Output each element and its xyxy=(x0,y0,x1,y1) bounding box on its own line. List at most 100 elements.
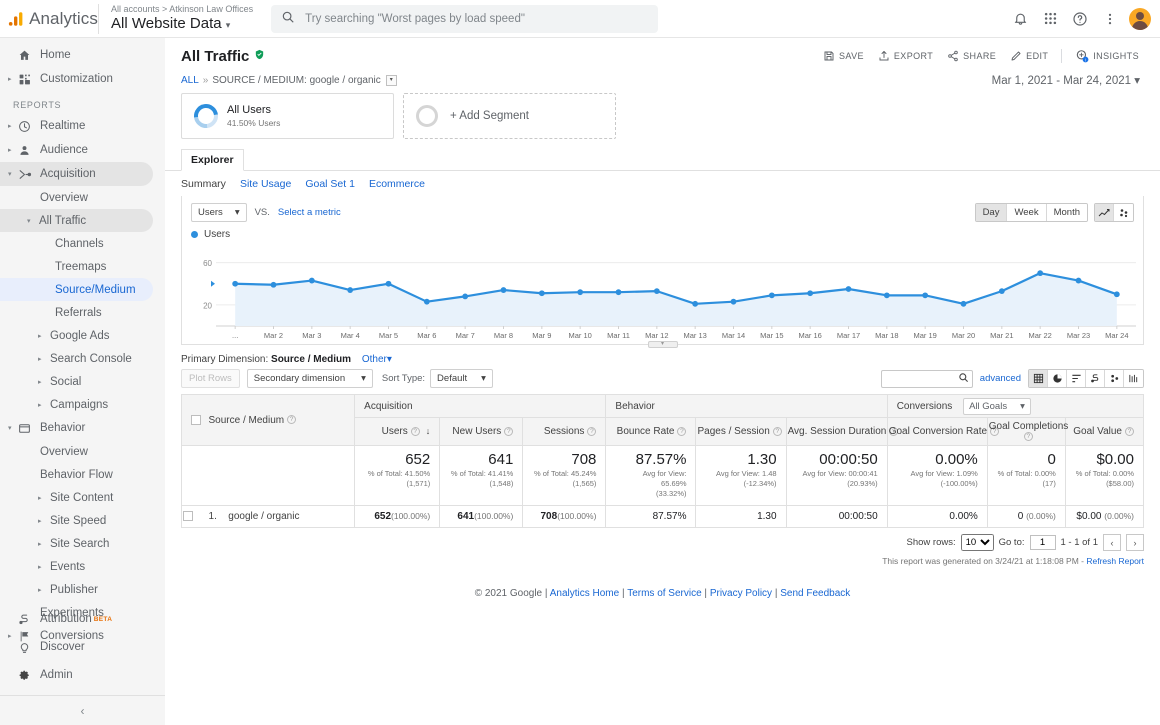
next-page-button[interactable]: › xyxy=(1126,534,1144,551)
pie-view-icon[interactable] xyxy=(1048,370,1067,387)
granularity-month[interactable]: Month xyxy=(1046,204,1087,221)
scatter-chart-icon[interactable] xyxy=(1114,204,1133,221)
add-segment-button[interactable]: + Add Segment xyxy=(403,93,616,139)
chart-resize-handle[interactable]: ▾ xyxy=(647,341,678,348)
sidebar-item-acquisition-overview[interactable]: Overview xyxy=(0,186,165,209)
select-all-checkbox[interactable] xyxy=(191,414,201,425)
help-icon[interactable]: ? xyxy=(1125,426,1134,436)
help-icon[interactable]: ? xyxy=(677,426,687,436)
column-header-avg-session-duration[interactable]: Avg. Session Duration? xyxy=(785,417,899,446)
sidebar-item-site-speed[interactable]: ▸ Site Speed xyxy=(0,509,165,532)
subtab-site-usage[interactable]: Site Usage xyxy=(240,178,291,190)
sidebar-item-google-ads[interactable]: ▸ Google Ads xyxy=(0,324,165,347)
share-button[interactable]: SHARE xyxy=(942,47,1001,65)
help-icon[interactable]: ? xyxy=(504,426,514,436)
granularity-week[interactable]: Week xyxy=(1007,204,1047,221)
insights-button[interactable]: i INSIGHTS xyxy=(1070,46,1144,66)
table-row[interactable]: 1. google / organic 652(100.00%) 641(100… xyxy=(180,505,1145,528)
account-selector[interactable]: All accounts > Atkinson Law Offices All … xyxy=(98,3,253,34)
sidebar-item-behavior[interactable]: ▾ Behavior xyxy=(0,416,165,440)
show-rows-select[interactable]: 10 xyxy=(960,534,994,551)
sidebar-item-social[interactable]: ▸ Social xyxy=(0,370,165,393)
sidebar-collapse-button[interactable]: ‹ xyxy=(0,695,165,725)
sidebar-item-realtime[interactable]: ▸ Realtime xyxy=(0,114,165,138)
metric-selector[interactable]: Users ▾ xyxy=(191,203,247,222)
sidebar-item-site-search[interactable]: ▸ Site Search xyxy=(0,532,165,555)
column-header-sessions[interactable]: Sessions? xyxy=(522,417,607,446)
bar-view-icon[interactable] xyxy=(1067,370,1086,387)
granularity-day[interactable]: Day xyxy=(975,204,1008,221)
subtab-summary[interactable]: Summary xyxy=(181,178,226,190)
global-search[interactable] xyxy=(271,4,659,33)
row-checkbox[interactable] xyxy=(183,511,193,522)
column-header-users[interactable]: Users? ↓ xyxy=(354,417,441,446)
analytics-logo[interactable]: Analytics xyxy=(0,8,98,30)
sidebar-item-source-medium[interactable]: Source/Medium xyxy=(0,278,153,301)
sort-type-select[interactable]: Default ▾ xyxy=(430,369,493,388)
segment-all-link[interactable]: ALL xyxy=(181,75,199,86)
sidebar-item-customization[interactable]: ▸ Customization xyxy=(0,67,165,91)
sidebar-item-audience[interactable]: ▸ Audience xyxy=(0,138,165,162)
sidebar-item-home[interactable]: Home xyxy=(0,43,165,67)
all-goals-selector[interactable]: All Goals ▾ xyxy=(963,397,1031,415)
analytics-home-link[interactable]: Analytics Home xyxy=(550,588,619,599)
sidebar-item-search-console[interactable]: ▸ Search Console xyxy=(0,347,165,370)
other-dimension-link[interactable]: Other▾ xyxy=(362,354,392,365)
advanced-link[interactable]: advanced xyxy=(980,373,1021,384)
line-chart-icon[interactable] xyxy=(1095,204,1114,221)
table-view-icon[interactable] xyxy=(1029,370,1048,387)
column-header-new-users[interactable]: New Users? xyxy=(439,417,524,446)
table-search[interactable] xyxy=(880,369,973,388)
secondary-dimension-button[interactable]: Secondary dimension ▾ xyxy=(246,369,373,388)
help-icon[interactable]: ? xyxy=(410,426,420,436)
privacy-policy-link[interactable]: Privacy Policy xyxy=(710,588,772,599)
subtab-ecommerce[interactable]: Ecommerce xyxy=(369,178,425,190)
row-dimension-value[interactable]: google / organic xyxy=(228,511,299,522)
apps-grid-icon[interactable] xyxy=(1036,5,1064,33)
sidebar-item-behavior-flow[interactable]: Behavior Flow xyxy=(0,463,165,486)
sidebar-item-campaigns[interactable]: ▸ Campaigns xyxy=(0,393,165,416)
dimension-header[interactable]: Source / Medium? xyxy=(199,394,356,446)
table-search-input[interactable] xyxy=(881,372,954,385)
more-options-icon[interactable] xyxy=(1096,5,1124,33)
users-line-chart[interactable]: 20 60... Mar 2 Mar 3 Mar 4 Mar 5 Mar 6 Mar 7 Mar… xyxy=(190,244,1142,344)
date-range-selector[interactable]: Mar 1, 2021 - Mar 24, 2021 ▾ xyxy=(992,73,1144,87)
help-icon[interactable] xyxy=(1066,5,1094,33)
sidebar-item-channels[interactable]: Channels xyxy=(0,232,165,255)
goto-input[interactable] xyxy=(1029,535,1056,550)
sidebar-item-attribution[interactable]: Attribution BETA xyxy=(0,605,165,633)
avatar[interactable] xyxy=(1126,5,1154,33)
send-feedback-link[interactable]: Send Feedback xyxy=(780,588,850,599)
sidebar-item-all-traffic[interactable]: ▾ All Traffic xyxy=(0,209,153,232)
help-icon[interactable]: ? xyxy=(587,426,597,436)
sidebar-item-behavior-overview[interactable]: Overview xyxy=(0,440,165,463)
edit-button[interactable]: EDIT xyxy=(1005,47,1053,65)
sidebar-item-referrals[interactable]: Referrals xyxy=(0,301,165,324)
segment-card-all-users[interactable]: All Users 41.50% Users xyxy=(181,93,394,139)
subtab-goal-set-1[interactable]: Goal Set 1 xyxy=(305,178,355,190)
export-button[interactable]: EXPORT xyxy=(873,47,938,65)
sidebar-item-admin[interactable]: Admin xyxy=(0,661,165,689)
term-cloud-icon[interactable] xyxy=(1124,370,1143,387)
help-icon[interactable]: ? xyxy=(772,426,782,436)
pivot-view-icon[interactable] xyxy=(1105,370,1124,387)
primary-dimension-value[interactable]: Source / Medium xyxy=(271,354,351,365)
search-input[interactable] xyxy=(303,11,649,26)
sidebar-item-treemaps[interactable]: Treemaps xyxy=(0,255,165,278)
comparison-view-icon[interactable] xyxy=(1086,370,1105,387)
sidebar-item-discover[interactable]: Discover xyxy=(0,633,165,661)
column-header-bounce-rate[interactable]: Bounce Rate? xyxy=(605,417,697,446)
sidebar-item-publisher[interactable]: ▸ Publisher xyxy=(0,578,165,601)
save-button[interactable]: SAVE xyxy=(818,47,869,65)
sidebar-item-events[interactable]: ▸ Events xyxy=(0,555,165,578)
tab-explorer[interactable]: Explorer xyxy=(181,149,244,171)
search-icon[interactable] xyxy=(958,372,969,386)
help-icon[interactable]: ? xyxy=(287,415,297,425)
sidebar-item-site-content[interactable]: ▸ Site Content xyxy=(0,486,165,509)
column-header-pages-session[interactable]: Pages / Session? xyxy=(695,417,787,446)
column-header-goal-conversion-rate[interactable]: Goal Conversion Rate? xyxy=(886,417,1000,446)
terms-of-service-link[interactable]: Terms of Service xyxy=(627,588,701,599)
refresh-report-link[interactable]: Refresh Report xyxy=(1086,556,1144,566)
sidebar-item-acquisition[interactable]: ▾ Acquisition xyxy=(0,162,153,186)
segment-dropdown-icon[interactable]: ▾ xyxy=(385,74,397,86)
